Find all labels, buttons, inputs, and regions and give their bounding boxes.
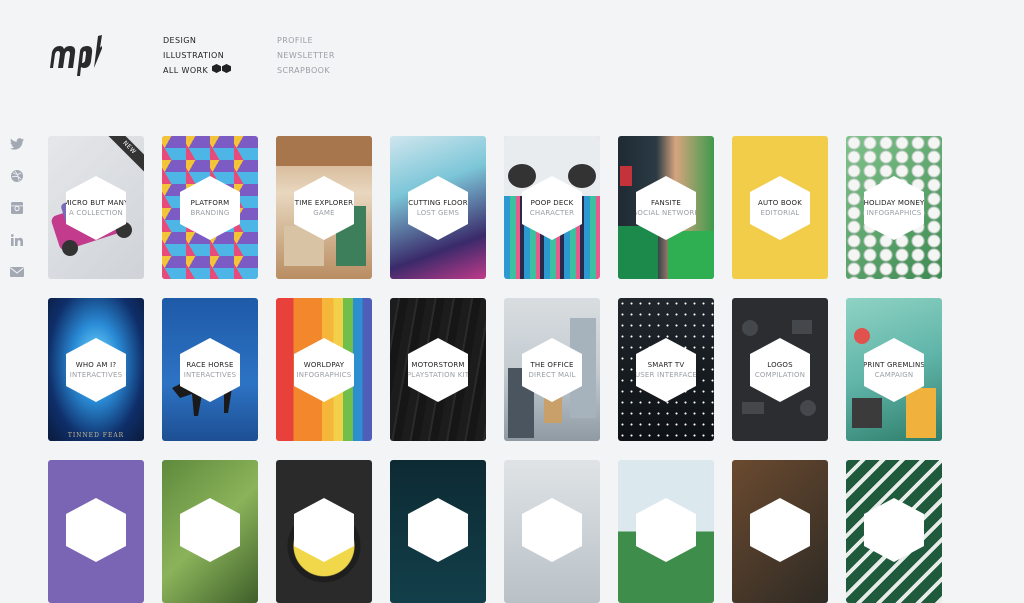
card-subtitle: COMPILATION: [754, 371, 806, 379]
card-logos[interactable]: LOGOS COMPILATION: [732, 298, 828, 441]
mpb-logo[interactable]: [48, 30, 103, 76]
card-label-hexagon: [66, 498, 126, 562]
card-row3-3[interactable]: [276, 460, 372, 603]
card-subtitle: BRANDING: [190, 209, 230, 217]
card-subtitle: A COLLECTION: [68, 209, 123, 217]
card-who-am-i[interactable]: WHO AM I? INTERACTIVES TINNED FEAR: [48, 298, 144, 441]
card-title: POOP DECK: [530, 199, 574, 207]
primary-nav: DESIGN ILLUSTRATION ALL WORK: [163, 33, 232, 78]
card-subtitle: EDITORIAL: [760, 209, 800, 217]
card-subtitle: GAME: [313, 209, 335, 217]
card-title: WORLDPAY: [303, 361, 345, 369]
card-subtitle: SOCIAL NETWORK: [632, 209, 700, 217]
card-time-explorer[interactable]: TIME EXPLORER GAME: [276, 136, 372, 279]
card-title: HOLIDAY MONEY: [863, 199, 925, 207]
nav-newsletter[interactable]: NEWSLETTER: [277, 48, 335, 63]
card-holiday-money[interactable]: HOLIDAY MONEY INFOGRAPHICS: [846, 136, 942, 279]
card-cutting-floor[interactable]: CUTTING FLOOR LOST GEMS: [390, 136, 486, 279]
linkedin-icon[interactable]: [9, 232, 25, 248]
instagram-icon[interactable]: [9, 200, 25, 216]
card-micro-but-many[interactable]: NEW MICRO BUT MANY A COLLECTION: [48, 136, 144, 279]
card-title: FANSITE: [650, 199, 681, 207]
card-fansite[interactable]: FANSITE SOCIAL NETWORK: [618, 136, 714, 279]
card-platform[interactable]: PLATFORM BRANDING: [162, 136, 258, 279]
card-row3-1[interactable]: [48, 460, 144, 603]
social-links: [9, 136, 25, 296]
card-row3-6[interactable]: [618, 460, 714, 603]
mpb-logo-mark: [50, 35, 103, 76]
card-label: AUTO BOOK EDITORIAL: [750, 176, 810, 240]
card-title: PLATFORM: [190, 199, 230, 207]
card-title: RACE HORSE: [186, 361, 234, 369]
card-title: SMART TV: [647, 361, 685, 369]
card-smart-tv[interactable]: SMART TV USER INTERFACE: [618, 298, 714, 441]
card-subtitle: INTERACTIVES: [69, 371, 123, 379]
card-auto-book[interactable]: AUTO BOOK EDITORIAL: [732, 136, 828, 279]
card-title: WHO AM I?: [75, 361, 117, 369]
card-subtitle: INFOGRAPHICS: [296, 371, 352, 379]
card-print-gremlins[interactable]: PRINT GREMLINS CAMPAIGN: [846, 298, 942, 441]
secondary-nav: PROFILE NEWSLETTER SCRAPBOOK: [277, 33, 335, 78]
card-subtitle: INTERACTIVES: [183, 371, 237, 379]
card-subtitle: INFOGRAPHICS: [866, 209, 922, 217]
card-title: PRINT GREMLINS: [862, 361, 926, 369]
card-row3-7[interactable]: [732, 460, 828, 603]
card-title: CUTTING FLOOR: [408, 199, 468, 207]
card-title: MICRO BUT MANY: [63, 199, 129, 207]
nav-all-work[interactable]: ALL WORK: [163, 66, 208, 75]
card-title: LOGOS: [767, 361, 793, 369]
nav-profile[interactable]: PROFILE: [277, 33, 335, 48]
nav-all-work-item[interactable]: ALL WORK: [163, 63, 232, 78]
nav-illustration[interactable]: ILLUSTRATION: [163, 48, 232, 63]
card-subtitle: CAMPAIGN: [874, 371, 914, 379]
card-the-office[interactable]: THE OFFICE DIRECT MAIL: [504, 298, 600, 441]
card-motorstorm[interactable]: MOTORSTORM PLAYSTATION KIT: [390, 298, 486, 441]
card-caption: TINNED FEAR: [67, 432, 125, 439]
email-icon[interactable]: [9, 264, 25, 280]
card-subtitle: LOST GEMS: [416, 209, 460, 217]
card-title: THE OFFICE: [530, 361, 574, 369]
card-row3-4[interactable]: [390, 460, 486, 603]
card-row3-8[interactable]: [846, 460, 942, 603]
card-subtitle: PLAYSTATION KIT: [406, 371, 470, 379]
card-subtitle: CHARACTER: [529, 209, 575, 217]
card-title: MOTORSTORM: [411, 361, 465, 369]
card-poop-deck[interactable]: POOP DECK CHARACTER: [504, 136, 600, 279]
nav-design[interactable]: DESIGN: [163, 33, 232, 48]
card-title: AUTO BOOK: [757, 199, 802, 207]
card-worldpay[interactable]: WORLDPAY INFOGRAPHICS: [276, 298, 372, 441]
card-race-horse[interactable]: RACE HORSE INTERACTIVES: [162, 298, 258, 441]
nav-scrapbook[interactable]: SCRAPBOOK: [277, 63, 335, 78]
card-subtitle: DIRECT MAIL: [528, 371, 576, 379]
hexagon-dots-icon: [212, 63, 232, 78]
card-row3-2[interactable]: [162, 460, 258, 603]
dribbble-icon[interactable]: [9, 168, 25, 184]
card-row3-5[interactable]: [504, 460, 600, 603]
card-subtitle: USER INTERFACE: [634, 371, 698, 379]
card-title: TIME EXPLORER: [294, 199, 354, 207]
twitter-icon[interactable]: [9, 136, 25, 152]
